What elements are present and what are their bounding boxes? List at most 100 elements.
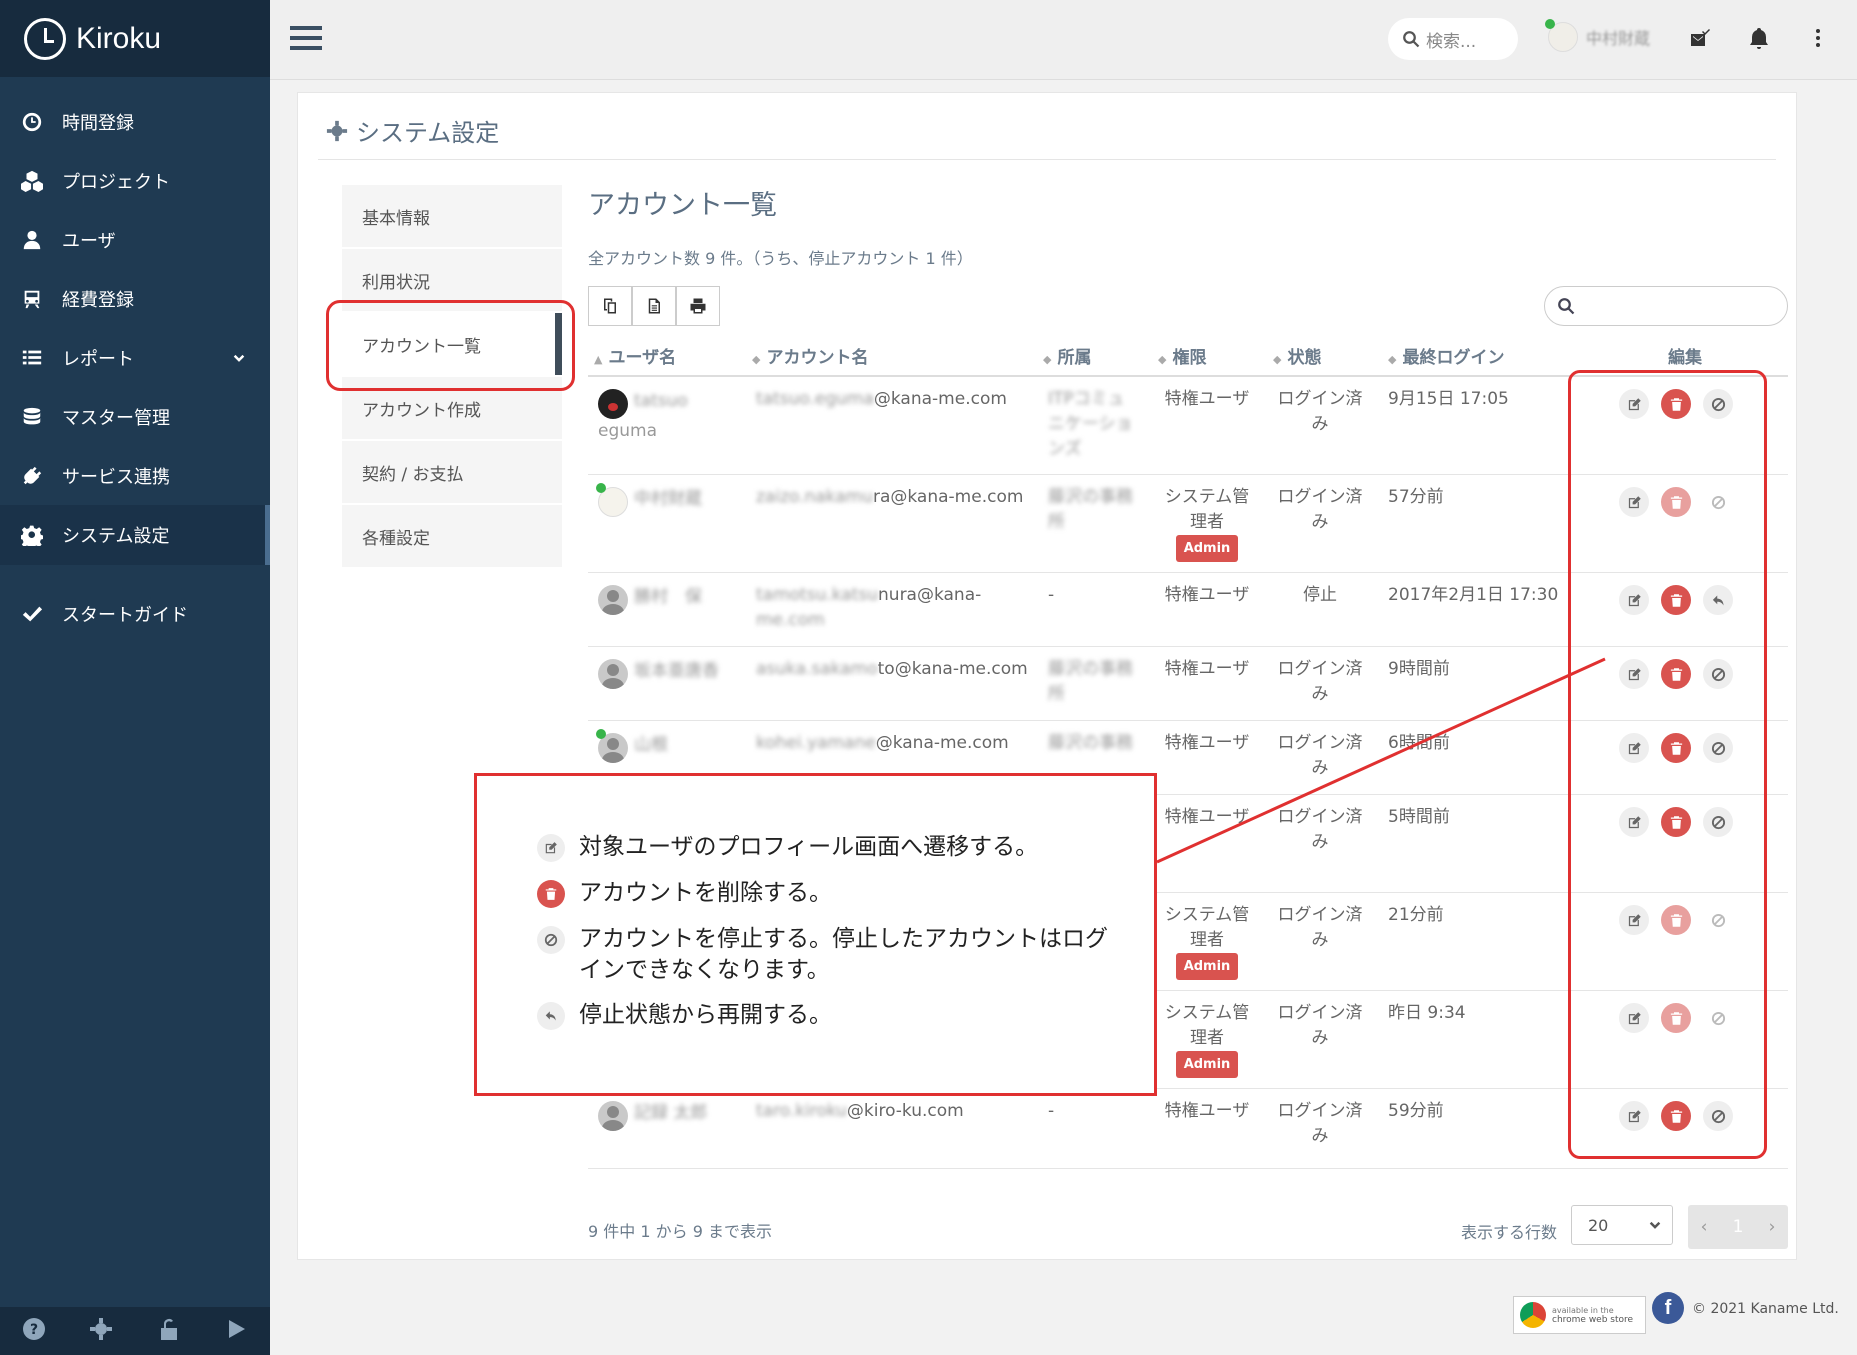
dept: - [1048,1101,1055,1121]
chrome-logo-icon [1520,1302,1546,1328]
last-login: 6時間前 [1388,733,1450,753]
gear-icon [20,523,44,547]
dept: ITPコミュ ニケーショ ンズ [1048,389,1133,459]
sidebar-item-report[interactable]: レポート [0,328,270,388]
col-edit: 編集 [1668,348,1702,368]
col-username[interactable]: ▲ ユーザ名 [594,343,676,368]
account-name: asuka.sakamoto@kana-me.com [756,659,1028,679]
print-button[interactable] [676,286,720,326]
list-icon [20,346,44,370]
last-login: 2017年2月1日 17:30 [1388,585,1559,605]
status: ログイン済み [1277,807,1363,852]
play-icon[interactable] [224,1317,248,1346]
rows-per-page-select[interactable]: 20 [1571,1205,1673,1245]
subnav-basic-info[interactable]: 基本情報 [342,185,562,247]
sidebar-item-label: レポート [62,349,134,370]
subnav-other-settings[interactable]: 各種設定 [342,505,562,567]
last-login: 57分前 [1388,487,1444,507]
username: tatsuo [634,391,688,411]
sidebar-item-user[interactable]: ユーザ [0,210,270,270]
gear-icon [326,120,348,141]
annotation-highlight-edit-column [1568,370,1767,1159]
role: 特権ユーザ [1164,389,1250,409]
copyright: © 2021 Kaname Ltd. [1692,1301,1839,1317]
sidebar-item-label: 経費登録 [62,290,134,311]
search-icon [1403,31,1420,48]
facebook-icon[interactable]: f [1652,1292,1684,1324]
last-login: 21分前 [1388,905,1444,925]
divider [318,159,1776,160]
col-account[interactable]: ◆ アカウント名 [752,343,868,368]
username: 記録 太郎 [634,1103,708,1123]
database-icon [20,405,44,429]
admin-badge: Admin [1175,953,1239,980]
dept: 藤沢の事務 [1048,733,1133,753]
subnav-contract-payment[interactable]: 契約 / お支払 [342,441,562,503]
next-page-icon[interactable]: › [1769,1217,1776,1237]
chevron-down-icon [232,350,246,371]
csv-button[interactable] [632,286,676,326]
col-status[interactable]: ◆ 状態 [1273,343,1321,368]
sidebar-item-settings[interactable]: システム設定 [0,505,270,565]
chevron-down-icon [1648,1218,1662,1237]
unlock-icon[interactable] [157,1317,181,1346]
chrome-web-store-badge[interactable]: available in the chrome web store [1513,1296,1646,1334]
legend-edit: 対象ユーザのプロフィール画面へ遷移する。 [537,832,1038,863]
sidebar-item-master[interactable]: マスター管理 [0,387,270,447]
sidebar-item-project[interactable]: プロジェクト [0,151,270,211]
dept: 藤沢の事務所 [1048,659,1133,704]
table-search-input[interactable] [1544,286,1788,326]
avatar [598,585,628,615]
mail-check-icon[interactable] [1688,26,1714,52]
role: システム管 理者 Admin [1162,485,1252,562]
avatar [598,659,628,689]
plug-icon [20,464,44,488]
annotation-callout: 対象ユーザのプロフィール画面へ遷移する。 アカウントを削除する。 アカウントを停… [474,773,1157,1096]
user-icon [20,228,44,252]
sidebar-footer: ? [0,1307,270,1355]
admin-badge: Admin [1175,1051,1239,1078]
copy-icon [604,298,616,314]
role: 特権ユーザ [1164,733,1250,753]
sidebar-item-label: サービス連携 [62,467,170,488]
user-menu[interactable]: 中村財蔵 [1545,19,1650,52]
status: ログイン済み [1277,487,1363,532]
username: 坂本亜唐香 [634,661,719,681]
help-icon[interactable]: ? [22,1317,46,1346]
brand[interactable]: Kiroku [0,0,270,77]
menu-toggle-icon[interactable] [290,26,322,52]
sidebar-item-expense[interactable]: 経費登録 [0,269,270,329]
sidebar-item-integration[interactable]: サービス連携 [0,446,270,506]
dept: - [1048,585,1055,605]
bell-icon[interactable] [1747,26,1773,52]
sidebar-item-time[interactable]: 時間登録 [0,92,270,152]
top-bar: 検索... 中村財蔵 [270,0,1857,80]
username: 中村財蔵 [634,489,702,509]
username: 山根 [634,735,668,755]
legend-resume: 停止状態から再開する。 [537,1000,832,1031]
page-number[interactable]: 1 [1733,1217,1744,1237]
last-login: 59分前 [1388,1101,1444,1121]
avatar [598,389,628,419]
sidebar-item-start-guide[interactable]: スタートガイド [0,584,270,644]
account-name: taro.kiroku@kiro-ku.com [756,1101,964,1121]
last-login: 9月15日 17:05 [1388,389,1509,409]
edit-icon [537,834,565,862]
col-role[interactable]: ◆ 権限 [1158,343,1206,368]
copy-button[interactable] [588,286,632,326]
global-search-input[interactable]: 検索... [1388,18,1518,60]
prev-page-icon[interactable]: ‹ [1701,1217,1708,1237]
gear-icon[interactable] [89,1317,113,1346]
col-last-login[interactable]: ◆ 最終ログイン [1388,343,1504,368]
col-dept[interactable]: ◆ 所属 [1043,343,1091,368]
status: ログイン済み [1277,733,1363,778]
pagination: ‹ 1 › [1688,1205,1788,1249]
export-toolbar [588,286,720,326]
last-login: 5時間前 [1388,807,1450,827]
role: システム管 理者 Admin [1162,903,1252,980]
more-vertical-icon[interactable] [1806,26,1832,52]
print-icon [690,298,706,314]
sidebar-item-label: システム設定 [62,526,170,547]
status: ログイン済み [1277,659,1363,704]
rows-per-page-label: 表示する行数 [1461,1223,1558,1242]
